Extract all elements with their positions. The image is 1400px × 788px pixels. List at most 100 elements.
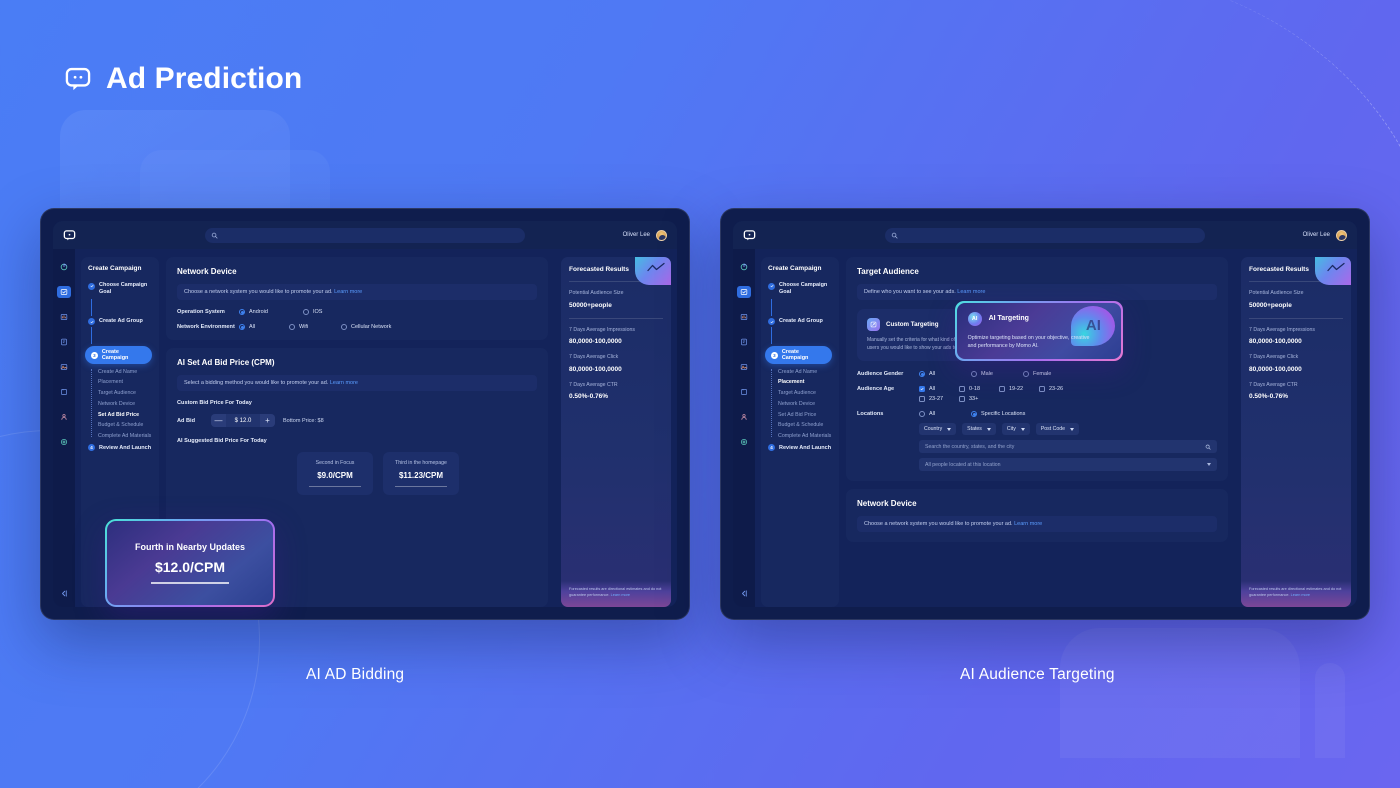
location-search-field[interactable]: Search the country, states, and the city <box>919 440 1217 453</box>
radio-gender-female[interactable]: Female <box>1023 371 1051 377</box>
radio-all[interactable]: All <box>239 324 289 330</box>
collapse-panel-icon[interactable] <box>740 589 749 598</box>
learn-more-link[interactable]: Learn more <box>1291 593 1310 597</box>
sidebar-item-network-device[interactable]: Network Device <box>98 400 152 411</box>
analytics-icon[interactable] <box>57 311 71 323</box>
forecast-value-impressions: 80,0000-100,0000 <box>1249 338 1302 346</box>
account-icon[interactable] <box>57 411 71 423</box>
checkbox-age-33-plus[interactable]: 33+ <box>959 396 978 402</box>
campaign-icon[interactable] <box>57 286 71 298</box>
radio-locations-all[interactable]: All <box>919 411 971 417</box>
suggested-bid-cards: Second in Focus $9.0/CPM Third in the ho… <box>177 452 537 495</box>
steps-title: Create Campaign <box>88 265 142 272</box>
dropdown-post-code[interactable]: Post Code <box>1035 423 1080 435</box>
dropdown-country[interactable]: Country <box>919 423 957 435</box>
wallet-icon[interactable] <box>737 386 751 398</box>
wallet-icon[interactable] <box>57 386 71 398</box>
bid-card-second-in-focus[interactable]: Second in Focus $9.0/CPM <box>297 452 373 495</box>
learn-more-link[interactable]: Learn more <box>1014 521 1042 527</box>
checkbox-indicator <box>999 386 1005 392</box>
step-create-ad-group[interactable]: Create Ad Group <box>768 318 832 326</box>
sidebar-item-create-ad-name[interactable]: Create Ad Name <box>778 367 832 378</box>
dropdown-city[interactable]: City <box>1001 423 1030 435</box>
location-chip-row: Country States City Post Code <box>919 423 1217 435</box>
search-input-left[interactable] <box>222 232 519 238</box>
radio-ios[interactable]: IOS <box>303 309 322 315</box>
sidebar-item-network-device[interactable]: Network Device <box>778 400 832 411</box>
app-logo-icon[interactable] <box>63 229 76 242</box>
user-menu-left[interactable]: Oliver Lee <box>623 229 667 241</box>
featured-bid-card[interactable]: Fourth in Nearby Updates $12.0/CPM <box>105 519 275 607</box>
bid-value[interactable]: $ 12.0 <box>226 418 260 424</box>
sidebar-item-set-ad-bid-price[interactable]: Set Ad Bid Price <box>778 410 832 421</box>
search-bar-right[interactable] <box>885 227 1205 243</box>
user-menu-right[interactable]: Oliver Lee <box>1303 229 1347 241</box>
sidebar-item-placement[interactable]: Placement <box>98 378 152 389</box>
analytics-icon[interactable] <box>737 311 751 323</box>
dashboard-icon[interactable] <box>57 261 71 273</box>
dashboard-icon[interactable] <box>737 261 751 273</box>
checkbox-age-19-22[interactable]: 19-22 <box>999 386 1039 392</box>
radio-specific-locations[interactable]: Specific Locations <box>971 411 1025 417</box>
radio-cellular-network[interactable]: Cellular Network <box>341 324 391 330</box>
learn-more-link[interactable]: Learn more <box>957 289 985 295</box>
audience-age-row: Audience Age All 0-18 19-22 23-26 <box>857 386 1217 392</box>
learn-more-link[interactable]: Learn more <box>334 289 362 295</box>
ai-targeting-card[interactable]: AI AI AI Targeting Optimize targeting ba… <box>955 301 1123 361</box>
radio-gender-all[interactable]: All <box>919 371 971 377</box>
reports-icon[interactable] <box>737 336 751 348</box>
step-create-campaign-current[interactable]: 3 Create Campaign <box>765 346 832 365</box>
step-label: Create Campaign <box>781 349 809 362</box>
avatar[interactable] <box>656 229 667 241</box>
step-label: Choose Campaign Goal <box>99 282 148 296</box>
operation-system-label: Operation System <box>177 309 225 315</box>
sidebar-item-budget-schedule[interactable]: Budget & Schedule <box>778 421 832 432</box>
checkbox-age-23-26[interactable]: 23-26 <box>1039 386 1063 392</box>
search-input-right[interactable] <box>902 232 1199 238</box>
decrement-button[interactable]: — <box>211 414 226 427</box>
checkbox-age-0-18[interactable]: 0-18 <box>959 386 999 392</box>
increment-button[interactable]: + <box>260 414 275 427</box>
checkbox-age-all[interactable]: All <box>919 386 959 392</box>
learn-more-link[interactable]: Learn more <box>611 593 630 597</box>
step-choose-campaign-goal[interactable]: Choose Campaign Goal <box>88 282 152 297</box>
targeting-mode-cards: Custom Targeting Manually set the criter… <box>857 301 1217 361</box>
radio-wifi[interactable]: Wifi <box>289 324 341 330</box>
step-review-and-launch[interactable]: 4 Review And Launch <box>88 444 152 452</box>
settings-icon[interactable] <box>57 436 71 448</box>
sidebar-item-set-ad-bid-price[interactable]: Set Ad Bid Price <box>98 410 152 421</box>
sidebar-item-complete-ad-materials[interactable]: Complete Ad Materials <box>98 432 152 443</box>
bid-card-rule <box>309 486 361 487</box>
location-scope-select[interactable]: All people located at this location <box>919 458 1217 471</box>
bid-card-third-in-homepage[interactable]: Third in the homepage $11.23/CPM <box>383 452 459 495</box>
learn-more-link[interactable]: Learn more <box>330 380 358 386</box>
search-bar-left[interactable] <box>205 227 525 243</box>
step-review-and-launch[interactable]: 4 Review And Launch <box>768 444 832 452</box>
sidebar-item-complete-ad-materials[interactable]: Complete Ad Materials <box>778 432 832 443</box>
radio-android[interactable]: Android <box>239 309 303 315</box>
checkbox-label: 23-26 <box>1049 386 1064 392</box>
bid-stepper[interactable]: — $ 12.0 + <box>211 414 275 427</box>
dropdown-states[interactable]: States <box>962 423 996 435</box>
radio-gender-male[interactable]: Male <box>971 371 1023 377</box>
sidebar-item-create-ad-name[interactable]: Create Ad Name <box>98 367 152 378</box>
step-choose-campaign-goal[interactable]: Choose Campaign Goal <box>768 282 832 297</box>
step-create-campaign-current[interactable]: 3 Create Campaign <box>85 346 152 365</box>
avatar[interactable] <box>1336 229 1347 241</box>
checkbox-age-23-27[interactable]: 23-27 <box>919 396 959 402</box>
sidebar-item-budget-schedule[interactable]: Budget & Schedule <box>98 421 152 432</box>
sidebar-item-placement[interactable]: Placement <box>778 378 832 389</box>
app-logo-icon[interactable] <box>743 229 756 242</box>
campaign-icon[interactable] <box>737 286 751 298</box>
sidebar-item-target-audience[interactable]: Target Audience <box>98 389 152 400</box>
reports-icon[interactable] <box>57 336 71 348</box>
step-create-ad-group[interactable]: Create Ad Group <box>88 318 152 326</box>
media-icon[interactable] <box>737 361 751 373</box>
step-connector <box>771 298 772 316</box>
collapse-panel-icon[interactable] <box>60 589 69 598</box>
settings-icon[interactable] <box>737 436 751 448</box>
sidebar-item-target-audience[interactable]: Target Audience <box>778 389 832 400</box>
page-header: Ad Prediction <box>64 62 302 96</box>
account-icon[interactable] <box>737 411 751 423</box>
media-icon[interactable] <box>57 361 71 373</box>
